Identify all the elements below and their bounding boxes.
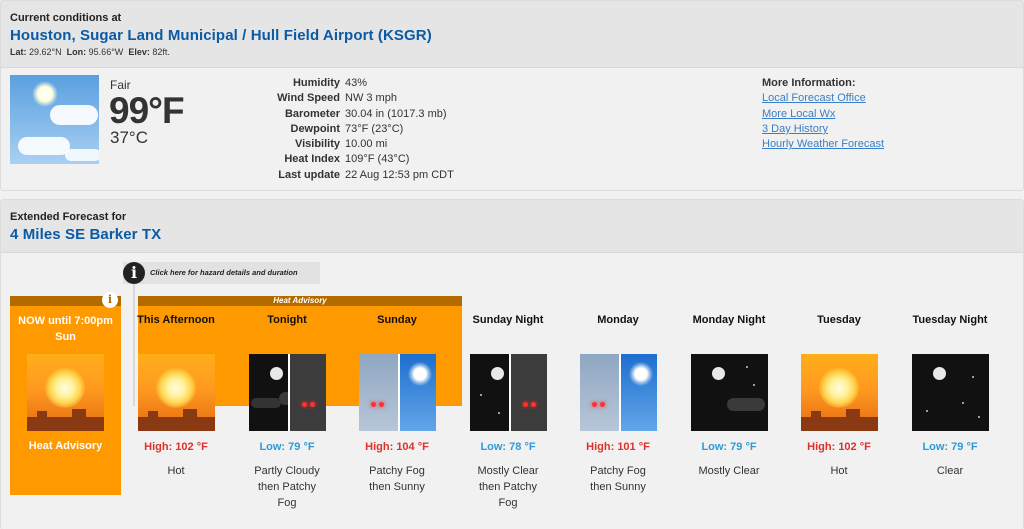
detail-value: 43% (345, 77, 368, 89)
fog-sunny-icon (579, 354, 657, 431)
lon-value: 95.66°W (88, 47, 124, 57)
partly-cloudy-fog-night-icon (248, 354, 326, 431)
forecast-period[interactable]: Sunday High: 104 °F Patchy Fog then Sunny (342, 313, 452, 495)
lon-label: Lon: (66, 47, 87, 57)
detail-label: Visibility (294, 138, 340, 151)
fair-day-icon (10, 75, 99, 164)
more-information: More Information: Local Forecast Office … (762, 76, 884, 152)
detail-row: Visibility 10.00 mi (240, 137, 454, 152)
period-description: Mostly Clear (698, 465, 760, 477)
detail-label: Last update (278, 168, 340, 181)
info-icon[interactable]: i (123, 262, 145, 284)
forecast-period[interactable]: Sunday Night Low: 78 °F Mostly Clear then … (453, 313, 563, 511)
hot-icon (800, 354, 878, 431)
station-name: Houston, Sugar Land Municipal / Hull Fie… (10, 27, 432, 44)
detail-value: 22 Aug 12:53 pm CDT (345, 168, 454, 181)
station-coordinates: Lat: 29.62°N Lon: 95.66°W Elev: 82ft. (10, 47, 1014, 57)
current-details-table: Humidity 43% Wind Speed NW 3 mph Barometer 30… (240, 76, 454, 183)
detail-row: Humidity 43% (240, 76, 454, 91)
period-description: Mostly Clear then Patchy Fog (477, 465, 539, 509)
period-description: Hot (167, 465, 185, 477)
period-name: Monday Night (692, 314, 766, 326)
clear-night-icon (911, 354, 989, 431)
period-description: Patchy Fog then Sunny (590, 465, 646, 493)
detail-row: Heat Index 109°F (43°C) (240, 152, 454, 167)
period-name: Tuesday Night (912, 314, 988, 326)
detail-value: 109°F (43°C) (345, 153, 410, 166)
detail-label: Wind Speed (277, 92, 340, 105)
detail-row: Dewpoint 73°F (23°C) (240, 122, 454, 137)
forecast-period[interactable]: This Afternoon High: 102 °F Hot (121, 313, 231, 479)
forecast-period[interactable]: Tonight Low: 79 °F Partly Cloudy then Patc… (232, 313, 342, 511)
forecast-period[interactable]: Tuesday High: 102 °F Hot (784, 313, 894, 479)
period-temp: High: 102 °F (144, 441, 208, 453)
three-day-history-link[interactable]: 3 Day History (762, 122, 884, 137)
more-local-wx-link[interactable]: More Local Wx (762, 107, 884, 122)
hot-icon (137, 354, 215, 431)
period-temp: High: 101 °F (586, 441, 650, 453)
period-description: Hot (830, 465, 848, 477)
detail-value: 73°F (23°C) (345, 122, 404, 135)
extended-forecast-heading: Extended Forecast for (10, 211, 127, 223)
period-temp: Low: 79 °F (922, 441, 978, 453)
detail-row: Last update 22 Aug 12:53 pm CDT (240, 168, 454, 183)
period-name: Tonight (267, 314, 307, 326)
period-description: Partly Cloudy then Patchy Fog (254, 465, 320, 509)
lat-label: Lat: (10, 47, 27, 57)
hot-icon (27, 354, 104, 431)
detail-row: Barometer 30.04 in (1017.3 mb) (240, 107, 454, 122)
current-temp-c: 37°C (110, 128, 148, 147)
detail-value: 30.04 in (1017.3 mb) (345, 107, 447, 120)
period-temp: High: 102 °F (807, 441, 871, 453)
period-name: Monday (597, 314, 639, 326)
period-temp: Low: 79 °F (259, 441, 315, 453)
heat-advisory-label: Heat Advisory (273, 296, 327, 305)
detail-value: NW 3 mph (345, 92, 397, 105)
extended-forecast-header: Extended Forecast for 4 Miles SE Barker … (1, 200, 1023, 253)
forecast-period[interactable]: Monday Night Low: 79 °F Mostly Clear (674, 313, 784, 479)
period-description: Clear (936, 465, 964, 477)
period-name: This Afternoon (137, 314, 215, 326)
hazard-details-text[interactable]: Click here for hazard details and durati… (150, 268, 298, 277)
more-info-title: More Information: (762, 77, 856, 89)
period-name: Sunday (377, 314, 417, 326)
detail-label: Humidity (292, 77, 340, 89)
clear-fog-night-icon (469, 354, 547, 431)
period-name: Tuesday (817, 314, 861, 326)
detail-label: Dewpoint (290, 122, 341, 135)
fog-sunny-icon (358, 354, 436, 431)
elev-value: 82ft. (152, 47, 170, 57)
hourly-forecast-link[interactable]: Hourly Weather Forecast (762, 137, 884, 152)
detail-row: Wind Speed NW 3 mph (240, 91, 454, 106)
detail-label: Heat Index (284, 153, 340, 166)
period-name: Sunday Night (472, 314, 544, 326)
current-temp-f: 99°F (109, 90, 185, 131)
period-temp: Low: 78 °F (480, 441, 536, 453)
info-icon[interactable]: i (102, 292, 118, 308)
local-forecast-office-link[interactable]: Local Forecast Office (762, 91, 884, 106)
lat-value: 29.62°N (29, 47, 62, 57)
detail-label: Barometer (284, 107, 340, 120)
current-conditions-heading: Current conditions at (10, 12, 122, 24)
forecast-period[interactable]: Tuesday Night Low: 79 °F Clear (895, 313, 1005, 479)
current-conditions-header: Current conditions at Houston, Sugar Lan… (1, 1, 1023, 68)
period-temp: Low: 79 °F (701, 441, 757, 453)
forecast-period[interactable]: Monday High: 101 °F Patchy Fog then Sunny (563, 313, 673, 495)
period-description: Patchy Fog then Sunny (369, 465, 425, 493)
period-temp: High: 104 °F (365, 441, 429, 453)
detail-value: 10.00 mi (345, 138, 388, 151)
now-hazard-title: NOW until 7:00pm Sun (18, 315, 113, 343)
elev-label: Elev: (128, 47, 150, 57)
now-hazard-label: Heat Advisory (28, 440, 103, 452)
forecast-location: 4 Miles SE Barker TX (10, 226, 162, 243)
mostly-clear-night-icon (690, 354, 768, 431)
